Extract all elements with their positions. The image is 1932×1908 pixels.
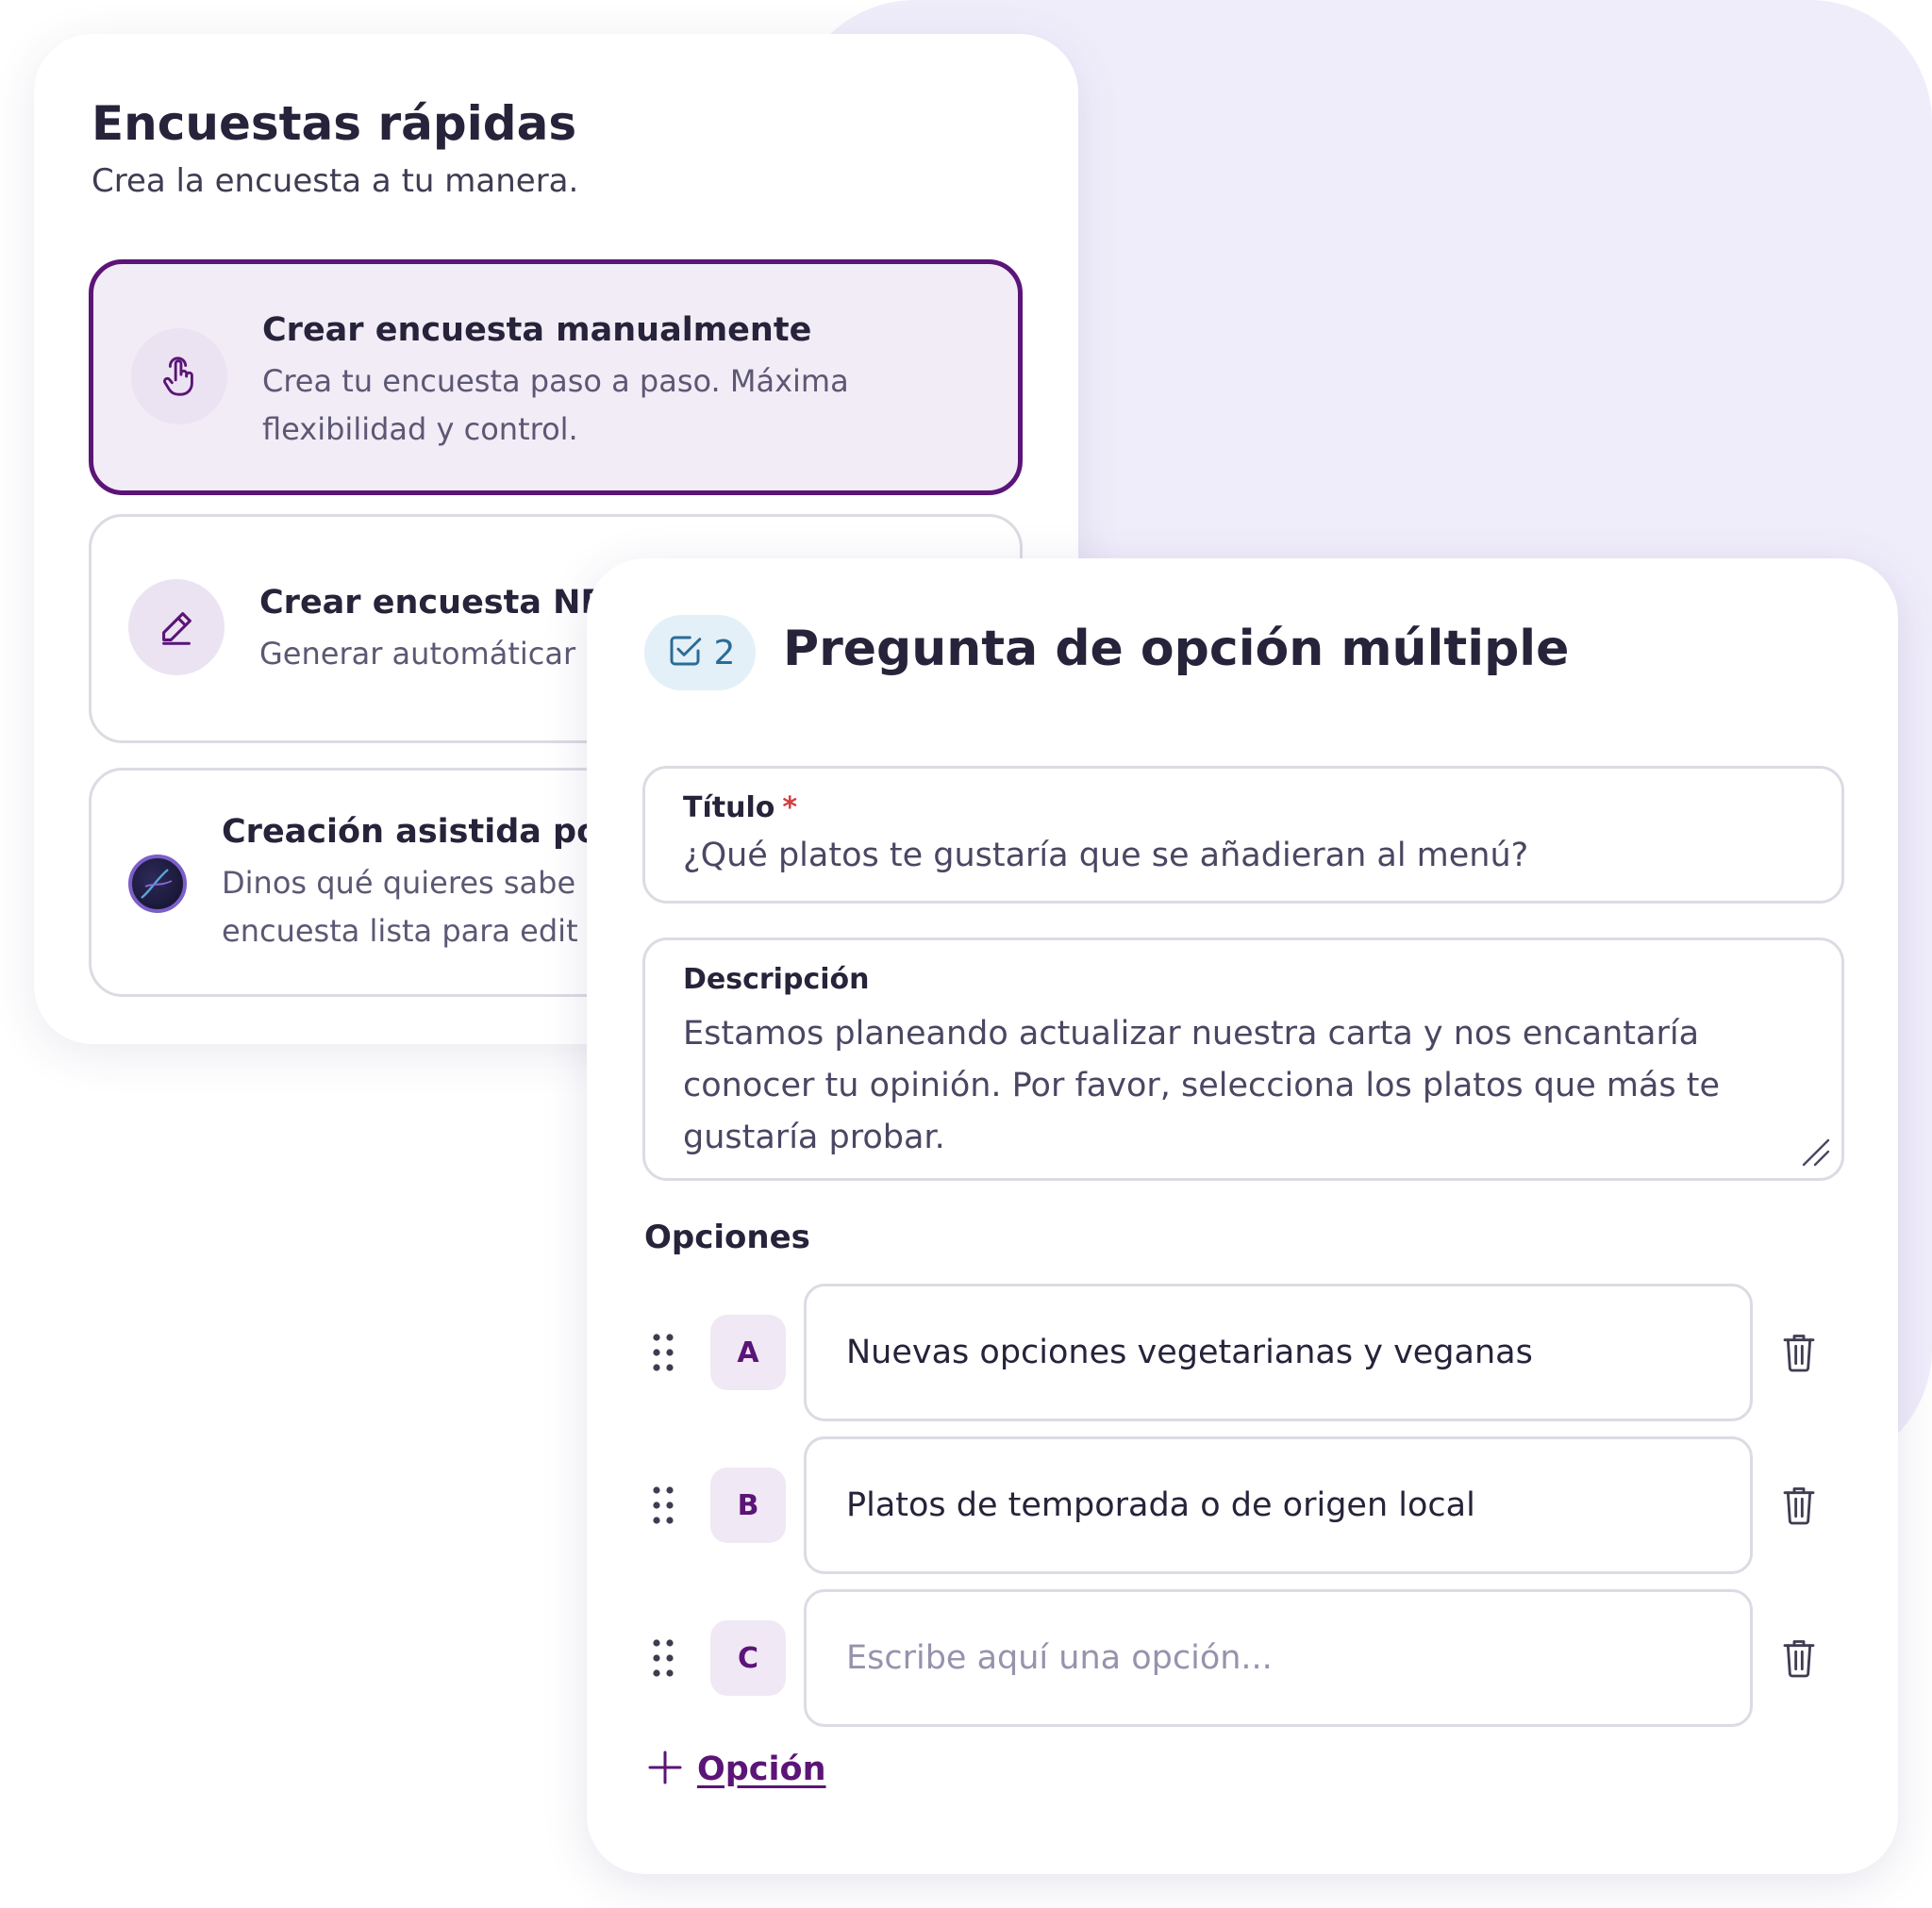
options-section-label: Opciones	[644, 1219, 810, 1256]
create-ai-assisted-description: Dinos qué quieres sabe encuesta lista pa…	[222, 865, 578, 949]
option-letter-chip: A	[710, 1315, 786, 1390]
question-editor-card: 2 Pregunta de opción múltiple Título * ¿Q…	[587, 558, 1898, 1874]
title-field-value[interactable]: ¿Qué platos te gustaría que se añadieran…	[683, 837, 1528, 874]
drag-handle-icon[interactable]	[653, 1486, 674, 1524]
pencil-icon	[128, 579, 225, 675]
ai-avatar-icon	[128, 854, 187, 913]
trash-icon[interactable]	[1780, 1332, 1818, 1373]
checkbox-check-icon	[665, 631, 705, 674]
create-manual-description: Crea tu encuesta paso a paso. Máxima fle…	[262, 363, 849, 447]
create-manual-option[interactable]: Crear encuesta manualmente Crea tu encue…	[89, 259, 1023, 495]
question-type-heading: Pregunta de opción múltiple	[783, 621, 1570, 677]
resize-handle-icon[interactable]	[1800, 1137, 1832, 1169]
hand-pointer-icon	[131, 328, 227, 424]
drag-handle-icon[interactable]	[653, 1639, 674, 1677]
create-nps-title: Crear encuesta NPS	[259, 584, 629, 622]
page: Encuestas rápidas Crea la encuesta a tu …	[0, 0, 1932, 1908]
description-field-label: Descripción	[683, 963, 870, 996]
create-manual-title: Crear encuesta manualmente	[262, 311, 812, 349]
required-mark: *	[782, 791, 798, 824]
question-number-badge: 2	[644, 615, 756, 690]
description-field-value[interactable]: Estamos planeando actualizar nuestra car…	[683, 1008, 1806, 1164]
option-input[interactable]	[804, 1284, 1753, 1421]
trash-icon[interactable]	[1780, 1485, 1818, 1526]
title-field[interactable]: Título * ¿Qué platos te gustaría que se a…	[642, 766, 1844, 904]
option-input[interactable]	[804, 1436, 1753, 1574]
title-label-text: Título	[683, 791, 775, 824]
option-letter-chip: C	[710, 1620, 786, 1696]
add-option-button[interactable]: Opción	[646, 1749, 826, 1790]
description-field[interactable]: Descripción Estamos planeando actualizar…	[642, 937, 1844, 1181]
option-letter-chip: B	[710, 1468, 786, 1543]
trash-icon[interactable]	[1780, 1637, 1818, 1679]
quick-surveys-title: Encuestas rápidas	[92, 96, 577, 151]
drag-handle-icon[interactable]	[653, 1334, 674, 1371]
question-number: 2	[713, 633, 736, 672]
create-ai-assisted-title: Creación asistida por	[222, 813, 616, 851]
add-option-label: Opción	[697, 1750, 826, 1788]
quick-surveys-subtitle: Crea la encuesta a tu manera.	[92, 162, 579, 200]
plus-icon	[646, 1749, 684, 1790]
option-input[interactable]	[804, 1589, 1753, 1727]
title-field-label: Título *	[683, 791, 797, 824]
